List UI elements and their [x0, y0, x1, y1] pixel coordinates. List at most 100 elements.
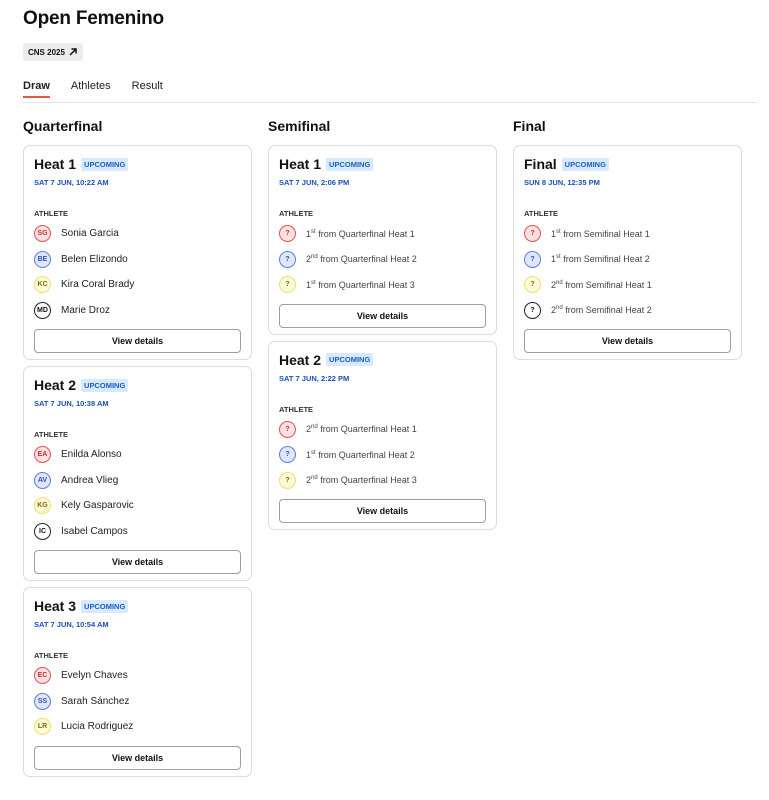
athlete-row: ? 1st from Quarterfinal Heat 2 [279, 442, 486, 468]
athlete-avatar: MD [34, 301, 51, 319]
event-badge-label: CNS 2025 [28, 47, 65, 57]
heat-name: Heat 1 [279, 156, 322, 172]
qualifier-text: 1st from Semifinal Heat 2 [551, 254, 650, 264]
heat-card: Heat 1 UPCOMING SAT 7 JUN, 2:06 PM ATHLETE?… [268, 145, 497, 335]
heat-card-header: Heat 1 UPCOMING [279, 156, 486, 172]
athlete-name: Enilda Alonso [61, 449, 122, 461]
athlete-name: Isabel Campos [61, 525, 128, 537]
tabs-divider [23, 102, 757, 103]
qualifier-text: 2nd from Quarterfinal Heat 1 [306, 424, 417, 434]
athlete-name: Belen Elizondo [61, 253, 128, 265]
athlete-avatar: ? [279, 471, 296, 489]
athlete-avatar: ? [524, 225, 541, 243]
qualifier-text: 2nd from Semifinal Heat 2 [551, 305, 652, 315]
status-badge: UPCOMING [81, 157, 129, 171]
athlete-avatar: ? [524, 301, 541, 319]
heat-name: Heat 3 [34, 598, 77, 614]
tab-result[interactable]: Result [132, 80, 163, 98]
athlete-section-label: ATHLETE [34, 430, 69, 439]
athlete-row: EC Evelyn Chaves [34, 663, 241, 689]
athlete-row: ? 1st from Quarterfinal Heat 1 [279, 221, 486, 247]
heat-card-header: Heat 2 UPCOMING [279, 352, 486, 368]
heat-name: Heat 2 [34, 377, 77, 393]
heat-datetime: SAT 7 JUN, 2:22 PM [279, 373, 350, 383]
athlete-row: ? 2nd from Quarterfinal Heat 3 [279, 468, 486, 494]
athlete-avatar: SG [34, 225, 51, 243]
column-semifinal: Semifinal Heat 1 UPCOMING SAT 7 JUN, 2:06 … [268, 118, 497, 536]
qualifier-text: 2nd from Semifinal Heat 1 [551, 280, 652, 290]
athlete-row: ? 2nd from Quarterfinal Heat 2 [279, 247, 486, 273]
athlete-avatar: BE [34, 250, 51, 268]
heat-card-header: Final UPCOMING [524, 156, 731, 172]
qualifier-source: from Quarterfinal Heat 1 [318, 228, 415, 239]
athlete-row: IC Isabel Campos [34, 519, 241, 545]
athlete-row: BE Belen Elizondo [34, 247, 241, 273]
athlete-avatar: ? [524, 250, 541, 268]
athlete-row: ? 1st from Semifinal Heat 2 [524, 247, 731, 273]
heat-card: Heat 3 UPCOMING SAT 7 JUN, 10:54 AM ATHLETE… [23, 587, 252, 777]
qualifier-rank-suffix: nd [311, 424, 318, 431]
qualifier-text: 1st from Quarterfinal Heat 2 [306, 450, 415, 460]
heat-card-header: Heat 2 UPCOMING [34, 377, 241, 393]
athlete-section-label: ATHLETE [524, 209, 559, 218]
athlete-row: ? 2nd from Semifinal Heat 2 [524, 298, 731, 324]
athlete-avatar: KC [34, 276, 51, 294]
athlete-row: ? 2nd from Semifinal Heat 1 [524, 272, 731, 298]
athlete-name: Kely Gasparovic [61, 500, 134, 512]
qualifier-rank-suffix: nd [311, 475, 318, 482]
athlete-row: ? 1st from Quarterfinal Heat 3 [279, 272, 486, 298]
column-title: Final [513, 118, 546, 134]
qualifier-source: from Semifinal Heat 2 [563, 254, 650, 265]
qualifier-source: from Semifinal Heat 1 [565, 279, 652, 290]
athlete-row: ? 2nd from Quarterfinal Heat 1 [279, 417, 486, 443]
heat-datetime: SAT 7 JUN, 2:06 PM [279, 178, 350, 187]
athlete-row: EA Enilda Alonso [34, 442, 241, 468]
athlete-avatar: SS [34, 692, 51, 710]
athlete-row: AV Andrea Vlieg [34, 468, 241, 494]
qualifier-rank-suffix: nd [311, 254, 318, 261]
athlete-name: Marie Droz [61, 304, 110, 316]
status-badge: UPCOMING [561, 157, 609, 171]
qualifier-source: from Quarterfinal Heat 2 [320, 254, 417, 265]
athlete-avatar: KG [34, 497, 51, 515]
heat-name: Heat 2 [279, 351, 322, 368]
heat-card: Final UPCOMING SUN 8 JUN, 12:35 PM ATHLETE?… [513, 145, 742, 360]
heat-card: Heat 2 UPCOMING SAT 7 JUN, 10:38 AM ATHLETE… [23, 366, 252, 581]
athlete-row: LR Lucia Rodriguez [34, 714, 241, 740]
athlete-name: Lucia Rodriguez [61, 721, 134, 733]
qualifier-source: from Semifinal Heat 2 [565, 305, 652, 316]
qualifier-source: from Quarterfinal Heat 2 [318, 449, 415, 460]
view-details-button[interactable]: View details [34, 329, 241, 353]
view-details-button[interactable]: View details [524, 329, 731, 353]
heat-datetime: SUN 8 JUN, 12:35 PM [524, 178, 600, 187]
qualifier-text: 1st from Semifinal Heat 1 [551, 229, 650, 239]
athlete-avatar: IC [34, 522, 51, 540]
qualifier-rank-suffix: nd [556, 305, 563, 312]
qualifier-rank-suffix: nd [556, 279, 563, 286]
tab-athletes[interactable]: Athletes [71, 80, 111, 98]
view-details-button[interactable]: View details [279, 303, 486, 328]
status-badge: UPCOMING [326, 157, 374, 171]
tab-draw[interactable]: Draw [23, 80, 50, 98]
view-details-button[interactable]: View details [279, 499, 486, 523]
athlete-section-label: ATHLETE [34, 651, 69, 660]
athlete-section-label: ATHLETE [279, 209, 314, 218]
heat-card-header: Heat 1 UPCOMING [34, 156, 241, 172]
heat-name: Heat 1 [34, 156, 77, 172]
athlete-avatar: ? [279, 420, 296, 438]
column-title: Semifinal [268, 118, 331, 134]
qualifier-rank-suffix: st [311, 228, 316, 235]
heat-datetime: SAT 7 JUN, 10:22 AM [34, 178, 109, 187]
page-title: Open Femenino [23, 8, 164, 29]
qualifier-text: 2nd from Quarterfinal Heat 3 [306, 475, 417, 485]
qualifier-source: from Quarterfinal Heat 3 [320, 475, 417, 486]
athlete-avatar: ? [279, 225, 296, 243]
event-link-badge[interactable]: CNS 2025 [23, 43, 83, 61]
status-badge: UPCOMING [81, 599, 129, 613]
heat-datetime: SAT 7 JUN, 10:54 AM [34, 620, 109, 629]
qualifier-rank-suffix: st [311, 279, 316, 286]
view-details-button[interactable]: View details [34, 550, 241, 574]
view-details-button[interactable]: View details [34, 745, 241, 770]
qualifier-source: from Quarterfinal Heat 3 [318, 279, 415, 290]
athlete-name: Kira Coral Brady [61, 279, 135, 291]
